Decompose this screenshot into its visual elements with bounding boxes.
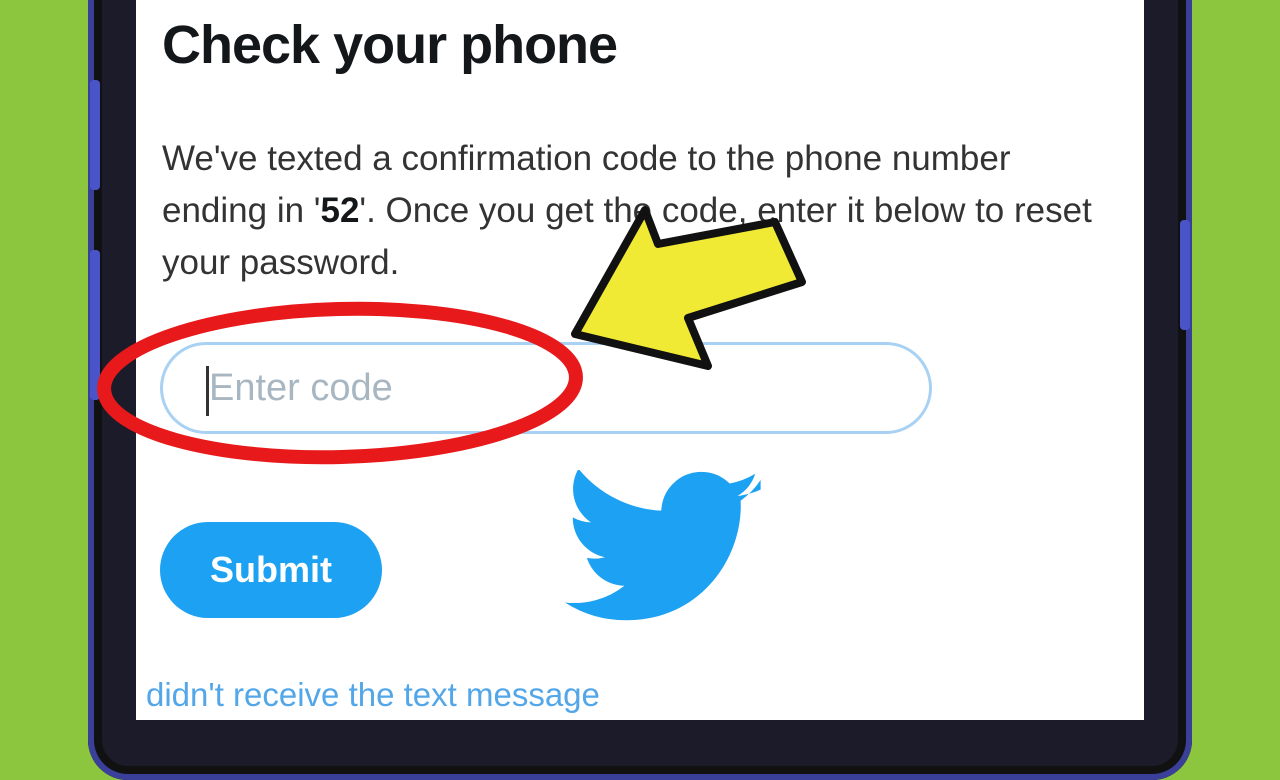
submit-button[interactable]: Submit [160,522,382,618]
text-cursor [206,366,209,416]
phone-digits: 52 [320,191,360,230]
phone-side-button-right [1180,220,1190,330]
page-title: Check your phone [162,15,618,75]
instruction-text: We've texted a confirmation code to the … [162,133,1122,289]
code-input[interactable] [160,342,932,434]
twitter-bird-icon [564,470,761,621]
phone-side-button-left-lower [90,250,100,400]
phone-screen: Check your phone We've texted a confirma… [136,0,1144,720]
phone-side-button-left [90,80,100,190]
resend-code-link[interactable]: didn't receive the text message [146,676,600,714]
